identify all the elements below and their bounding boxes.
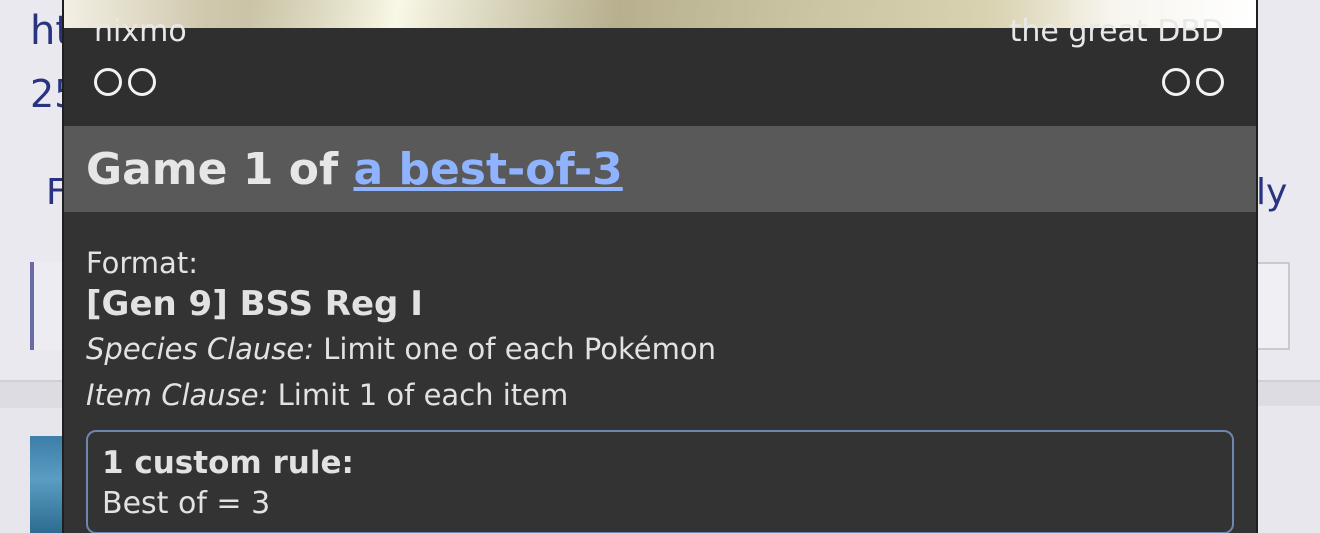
background-input-right[interactable]	[1256, 262, 1290, 350]
background-right-fragment[interactable]: ly	[1256, 172, 1287, 213]
best-of-link[interactable]: a best-of-3	[353, 144, 622, 195]
format-section: Format: [Gen 9] BSS Reg I Species Clause…	[86, 246, 716, 418]
players-bar: nixmo the great DBD	[64, 14, 1256, 126]
battle-info-popup: nixmo the great DBD Game 1 of a best-of-…	[62, 0, 1258, 533]
game-title-prefix: Game 1 of	[86, 144, 354, 195]
background-thumbnail[interactable]	[30, 436, 62, 533]
species-clause: Species Clause: Limit one of each Pokémo…	[86, 326, 716, 372]
custom-rules-box: 1 custom rule: Best of = 3	[86, 430, 1234, 533]
clause-text: Limit 1 of each item	[268, 378, 569, 412]
clause-text: Limit one of each Pokémon	[314, 332, 717, 366]
clause-name: Species Clause:	[86, 332, 315, 366]
player-right-wins	[1162, 68, 1224, 96]
win-pip-empty-icon	[1162, 68, 1190, 96]
format-label: Format:	[86, 246, 198, 280]
format-name: [Gen 9] BSS Reg I	[86, 284, 423, 324]
player-left-name: nixmo	[94, 14, 187, 49]
win-pip-empty-icon	[1196, 68, 1224, 96]
win-pip-empty-icon	[94, 68, 122, 96]
game-title: Game 1 of a best-of-3	[86, 144, 623, 195]
item-clause: Item Clause: Limit 1 of each item	[86, 372, 716, 418]
player-left-wins	[94, 68, 156, 96]
clause-name: Item Clause:	[86, 378, 269, 412]
custom-rule-item: Best of = 3	[102, 486, 271, 521]
custom-rules-title: 1 custom rule:	[102, 445, 354, 481]
player-right-name: the great DBD	[1009, 14, 1224, 49]
background-right-lower	[1258, 406, 1320, 533]
win-pip-empty-icon	[128, 68, 156, 96]
game-header: Game 1 of a best-of-3	[64, 126, 1256, 212]
